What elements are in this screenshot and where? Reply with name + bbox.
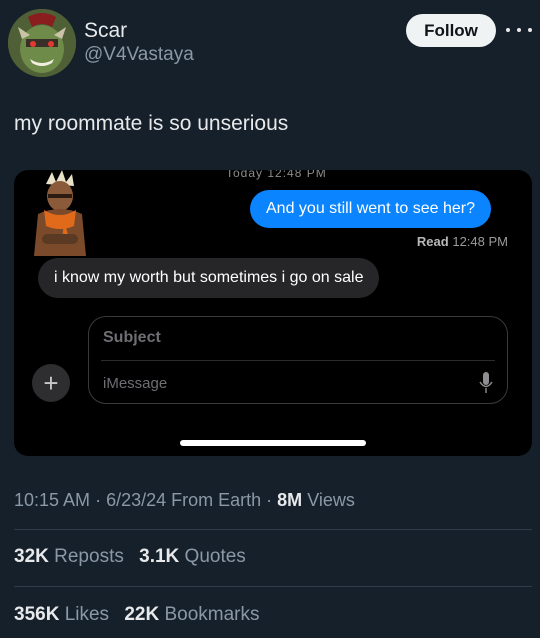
more-options-icon[interactable] xyxy=(506,20,532,40)
quotes-count: 3.1K xyxy=(139,546,180,567)
tweet-header: Scar @V4Vastaya Follow xyxy=(0,0,540,90)
tweet-source: From Earth xyxy=(171,490,262,510)
incoming-message-bubble: i know my worth but sometimes i go on sa… xyxy=(38,258,380,298)
quotes-stat[interactable]: 3.1K Quotes xyxy=(139,546,246,567)
follow-button[interactable]: Follow xyxy=(406,14,496,47)
likes-stat[interactable]: 356K Likes xyxy=(14,604,109,625)
reposts-stat[interactable]: 32K Reposts xyxy=(14,546,124,567)
bookmarks-label: Bookmarks xyxy=(164,604,260,625)
cutoff-timestamp: Today 12:48 PM xyxy=(226,170,327,180)
stats-row-likes: 356K Likes 22K Bookmarks xyxy=(14,604,270,626)
tweet-date[interactable]: 6/23/24 xyxy=(106,490,166,510)
tweet-text: my roommate is so unserious xyxy=(14,112,289,135)
character-sticker-image xyxy=(24,170,96,256)
divider xyxy=(14,586,532,587)
tweet-meta: 10:15 AM · 6/23/24 From Earth · 8M Views xyxy=(14,490,355,510)
avatar[interactable] xyxy=(8,9,76,77)
compose-divider xyxy=(101,360,495,361)
bookmarks-count: 22K xyxy=(124,604,160,625)
tweet-time[interactable]: 10:15 AM xyxy=(14,490,90,510)
quotes-label: Quotes xyxy=(184,546,246,567)
compose-box: Subject iMessage xyxy=(88,316,508,404)
display-name[interactable]: Scar xyxy=(84,19,127,43)
reposts-count: 32K xyxy=(14,546,49,567)
plus-icon: + xyxy=(32,364,70,402)
outgoing-message-bubble: And you still went to see her? xyxy=(250,190,492,228)
user-handle[interactable]: @V4Vastaya xyxy=(84,44,194,66)
views-label: Views xyxy=(307,490,355,510)
microphone-icon xyxy=(479,372,493,393)
read-label: Read xyxy=(416,234,449,249)
attached-screenshot[interactable]: Today 12:48 PM And you still went to see… xyxy=(14,170,532,456)
read-receipt: Read 12:48 PM xyxy=(417,234,508,249)
likes-count: 356K xyxy=(14,604,60,625)
subject-placeholder: Subject xyxy=(103,329,161,346)
divider xyxy=(14,529,532,530)
imessage-placeholder: iMessage xyxy=(103,375,168,392)
likes-label: Likes xyxy=(64,604,110,625)
stats-row-reposts: 32K Reposts 3.1K Quotes xyxy=(14,546,256,568)
home-indicator xyxy=(180,440,366,446)
views-count: 8M xyxy=(277,490,303,510)
read-time: 12:48 PM xyxy=(452,234,508,249)
reposts-label: Reposts xyxy=(54,546,124,567)
bookmarks-stat[interactable]: 22K Bookmarks xyxy=(124,604,259,625)
